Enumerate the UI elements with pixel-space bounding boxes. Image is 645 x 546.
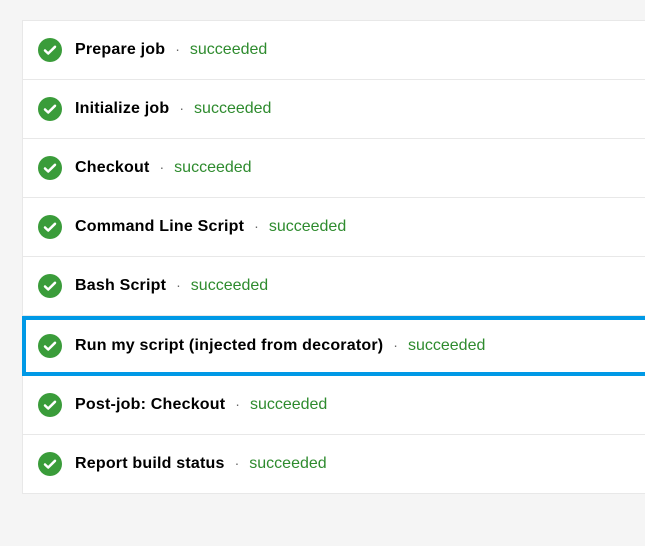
- status-badge: succeeded: [250, 396, 327, 414]
- step-content: Command Line Script · succeeded: [75, 218, 346, 236]
- step-row[interactable]: Post-job: Checkout · succeeded: [22, 376, 645, 435]
- step-content: Initialize job · succeeded: [75, 100, 271, 118]
- status-badge: succeeded: [194, 100, 271, 118]
- separator: ·: [160, 159, 165, 175]
- step-content: Run my script (injected from decorator) ·…: [75, 337, 485, 355]
- status-badge: succeeded: [191, 277, 268, 295]
- steps-list: Prepare job · succeeded Initialize job · suc…: [22, 20, 645, 494]
- separator: ·: [393, 337, 398, 353]
- step-content: Prepare job · succeeded: [75, 41, 267, 59]
- separator: ·: [176, 277, 181, 293]
- step-row[interactable]: Checkout · succeeded: [22, 139, 645, 198]
- status-badge: succeeded: [408, 337, 485, 355]
- step-name: Checkout: [75, 159, 150, 177]
- status-badge: succeeded: [190, 41, 267, 59]
- step-content: Post-job: Checkout · succeeded: [75, 396, 327, 414]
- status-badge: succeeded: [249, 455, 326, 473]
- success-check-icon: [38, 38, 62, 62]
- step-name: Post-job: Checkout: [75, 396, 225, 414]
- step-name: Command Line Script: [75, 218, 244, 236]
- separator: ·: [235, 455, 240, 471]
- step-name: Run my script (injected from decorator): [75, 337, 383, 355]
- separator: ·: [235, 396, 240, 412]
- separator: ·: [175, 41, 180, 57]
- step-row[interactable]: Prepare job · succeeded: [22, 20, 645, 80]
- success-check-icon: [38, 97, 62, 121]
- step-content: Bash Script · succeeded: [75, 277, 268, 295]
- status-badge: succeeded: [269, 218, 346, 236]
- separator: ·: [254, 218, 259, 234]
- success-check-icon: [38, 393, 62, 417]
- separator: ·: [179, 100, 184, 116]
- success-check-icon: [38, 452, 62, 476]
- success-check-icon: [38, 334, 62, 358]
- success-check-icon: [38, 274, 62, 298]
- step-content: Checkout · succeeded: [75, 159, 252, 177]
- success-check-icon: [38, 156, 62, 180]
- step-name: Report build status: [75, 455, 225, 473]
- status-badge: succeeded: [174, 159, 251, 177]
- step-row[interactable]: Run my script (injected from decorator) ·…: [22, 316, 645, 376]
- step-row[interactable]: Report build status · succeeded: [22, 435, 645, 494]
- step-row[interactable]: Bash Script · succeeded: [22, 257, 645, 316]
- success-check-icon: [38, 215, 62, 239]
- step-row[interactable]: Command Line Script · succeeded: [22, 198, 645, 257]
- step-name: Initialize job: [75, 100, 169, 118]
- step-row[interactable]: Initialize job · succeeded: [22, 80, 645, 139]
- step-name: Bash Script: [75, 277, 166, 295]
- step-name: Prepare job: [75, 41, 165, 59]
- step-content: Report build status · succeeded: [75, 455, 327, 473]
